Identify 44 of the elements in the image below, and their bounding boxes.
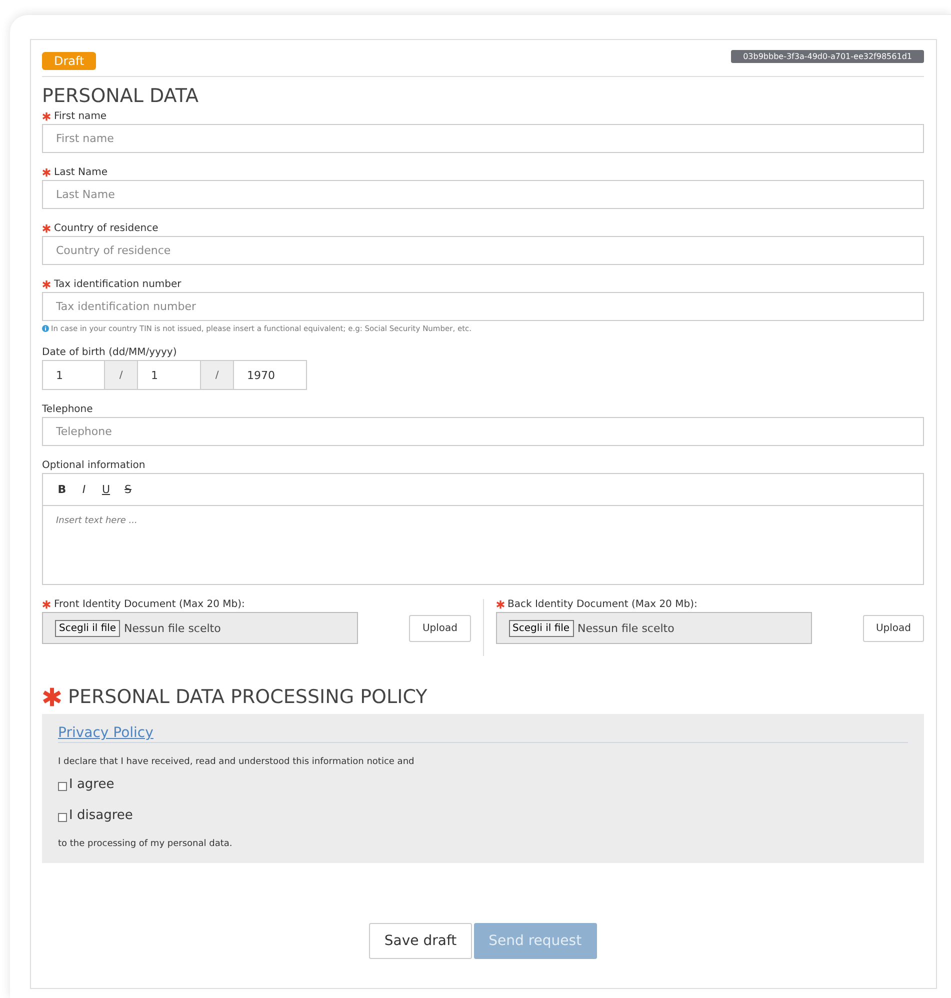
field-label: Last Name (54, 167, 108, 178)
field-label: Back Identity Document (Max 20 Mb): (508, 599, 698, 610)
date-separator: / (201, 360, 233, 390)
field-label: Tax identification number (54, 279, 182, 290)
file-input[interactable]: Scegli il file Nessun file scelto (42, 612, 358, 644)
format-button[interactable]: B (53, 483, 71, 496)
upload-button[interactable]: Upload (409, 614, 470, 642)
day-field[interactable]: 1 (42, 360, 105, 390)
checkbox[interactable] (58, 812, 67, 822)
section-title: PERSONAL DATA PROCESSING POLICY (68, 686, 428, 708)
input-field[interactable]: First name (42, 124, 924, 153)
field-label: Date of birth (dd/MM/yyyy) (42, 347, 177, 358)
upload-button[interactable]: Upload (862, 614, 924, 642)
save-button[interactable]: Save draft (369, 923, 472, 959)
month-field[interactable]: 1 (137, 360, 201, 390)
closing-text: to the processing of my personal data. (58, 839, 234, 849)
choose-file-button[interactable]: Scegli il file (55, 620, 120, 636)
option-label: I disagree (69, 808, 133, 823)
declaration-text: I declare that I have received, read and understood this information notice and (58, 757, 416, 767)
file-input[interactable]: Scegli il file Nessun file scelto (496, 612, 812, 644)
year-field[interactable]: 1970 (233, 360, 307, 390)
format-button[interactable]: I (75, 483, 93, 496)
info-icon (42, 325, 49, 332)
field-label: Telephone (42, 404, 93, 415)
input-field[interactable]: Last Name (42, 180, 924, 209)
status-badge: Draft (42, 52, 96, 70)
field-label: Optional information (42, 460, 146, 471)
choose-file-button[interactable]: Scegli il file (508, 620, 574, 636)
request-id: 03b9bbbe-3f3a-49d0-a701-ee32f98561d1 (731, 50, 924, 62)
input-field[interactable]: Tax identification number (42, 292, 924, 321)
date-separator: / (105, 360, 137, 390)
field-label: First name (54, 111, 107, 122)
file-status: Nessun file scelto (578, 622, 674, 634)
input-field[interactable]: Country of residence (42, 236, 924, 265)
text-area[interactable]: Insert text here ... (42, 506, 924, 585)
section-title: PERSONAL DATA (42, 85, 200, 107)
field-label: Front Identity Document (Max 20 Mb): (54, 599, 245, 610)
checkbox[interactable] (58, 782, 67, 790)
field-label: Country of residence (54, 223, 158, 234)
format-button[interactable]: S (119, 483, 137, 496)
input-field[interactable]: Telephone (42, 417, 924, 446)
option-label: I agree (69, 777, 114, 792)
file-status: Nessun file scelto (124, 622, 221, 634)
format-button[interactable]: U (97, 483, 115, 496)
